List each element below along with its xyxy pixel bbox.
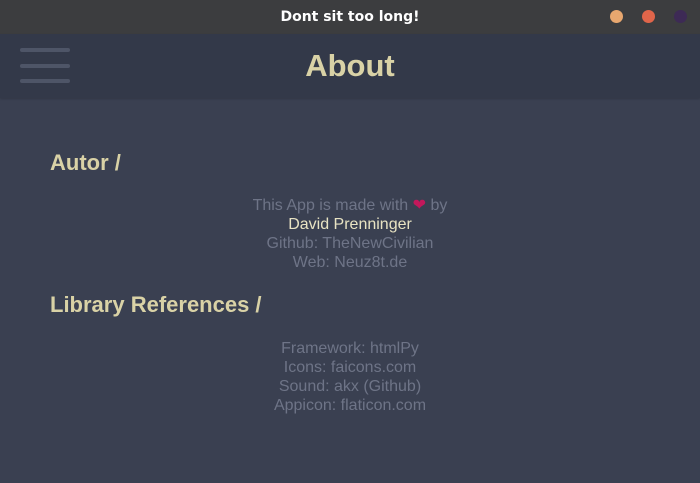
page-title: About <box>305 48 395 83</box>
author-name: David Prenninger <box>288 216 412 233</box>
web-link[interactable]: Web: Neuz8t.de <box>0 253 700 272</box>
window-titlebar[interactable]: Dont sit too long! <box>0 0 700 34</box>
minimize-window-button[interactable] <box>610 10 623 23</box>
github-link[interactable]: Github: TheNewCivilian <box>0 234 700 253</box>
icons-reference[interactable]: Icons: faicons.com <box>0 358 700 377</box>
hamburger-menu-icon[interactable] <box>20 48 70 84</box>
maximize-window-button[interactable] <box>642 10 655 23</box>
library-references-heading: Library References / <box>50 292 262 317</box>
window-title: Dont sit too long! <box>280 9 420 25</box>
autor-section-content: This App is made with ❤ by David Prennin… <box>0 196 700 272</box>
app-header: About <box>0 34 700 98</box>
made-with-prefix: This App is made with <box>252 197 409 214</box>
autor-section-heading: Autor / <box>50 150 121 175</box>
appicon-reference[interactable]: Appicon: flaticon.com <box>0 396 700 415</box>
framework-reference[interactable]: Framework: htmlPy <box>0 339 700 358</box>
heart-icon: ❤ <box>412 197 427 214</box>
sound-reference[interactable]: Sound: akx (Github) <box>0 377 700 396</box>
made-with-line: This App is made with ❤ by <box>0 196 700 215</box>
library-references-content: Framework: htmlPy Icons: faicons.com Sou… <box>0 339 700 415</box>
app-window: Dont sit too long! About Autor / This Ap… <box>0 0 700 483</box>
close-window-button[interactable] <box>674 10 687 23</box>
made-with-suffix: by <box>430 197 448 214</box>
